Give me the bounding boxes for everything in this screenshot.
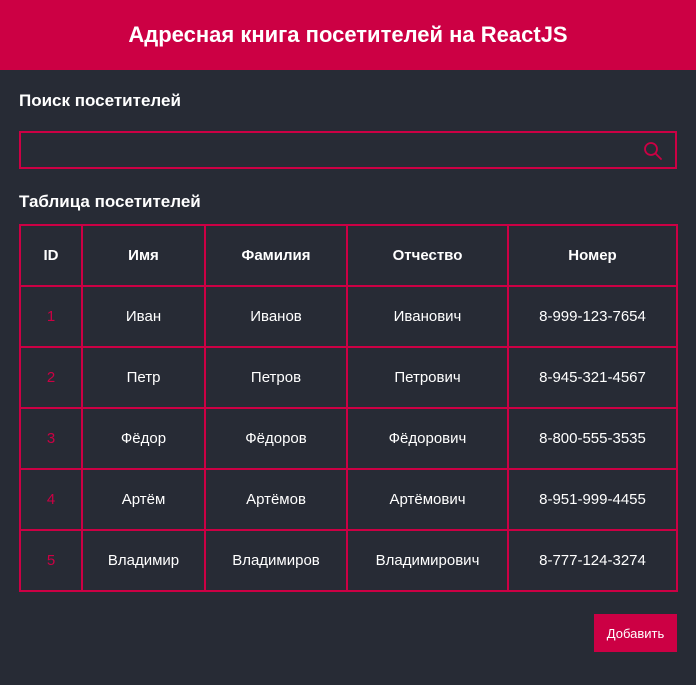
table-row[interactable]: 2 Петр Петров Петрович 8-945-321-4567	[19, 346, 678, 409]
cell-middle-name: Артёмович	[346, 468, 509, 531]
cell-phone: 8-777-124-3274	[507, 529, 678, 592]
search-section-title: Поиск посетителей	[19, 91, 181, 110]
cell-last-name: Владимиров	[204, 529, 348, 592]
cell-id: 2	[19, 346, 83, 409]
search-input[interactable]	[21, 133, 675, 167]
cell-first-name: Фёдор	[81, 407, 206, 470]
cell-last-name: Артёмов	[204, 468, 348, 531]
cell-id: 5	[19, 529, 83, 592]
table-row[interactable]: 1 Иван Иванов Иванович 8-999-123-7654	[19, 285, 678, 348]
cell-phone: 8-945-321-4567	[507, 346, 678, 409]
cell-phone: 8-951-999-4455	[507, 468, 678, 531]
search-icon[interactable]	[643, 141, 663, 161]
cell-first-name: Петр	[81, 346, 206, 409]
search-box	[19, 131, 677, 169]
cell-middle-name: Петрович	[346, 346, 509, 409]
page-title: Адресная книга посетителей на ReactJS	[128, 22, 568, 47]
column-header-last-name: Фамилия	[204, 224, 348, 287]
cell-id: 4	[19, 468, 83, 531]
add-visitor-button[interactable]: Добавить	[594, 614, 677, 652]
column-header-phone: Номер	[507, 224, 678, 287]
cell-id: 3	[19, 407, 83, 470]
table-row[interactable]: 3 Фёдор Фёдоров Фёдорович 8-800-555-3535	[19, 407, 678, 470]
cell-first-name: Иван	[81, 285, 206, 348]
cell-middle-name: Иванович	[346, 285, 509, 348]
cell-phone: 8-999-123-7654	[507, 285, 678, 348]
cell-first-name: Артём	[81, 468, 206, 531]
cell-middle-name: Владимирович	[346, 529, 509, 592]
column-header-middle-name: Отчество	[346, 224, 509, 287]
table-footer: Добавить	[19, 614, 677, 652]
cell-last-name: Фёдоров	[204, 407, 348, 470]
table-section-title: Таблица посетителей	[19, 192, 201, 211]
cell-middle-name: Фёдорович	[346, 407, 509, 470]
visitors-table: ID Имя Фамилия Отчество Номер 1 Иван Ива…	[19, 224, 678, 592]
column-header-id: ID	[19, 224, 83, 287]
cell-last-name: Иванов	[204, 285, 348, 348]
main-content: Поиск посетителей Таблица посетителей ID…	[0, 70, 696, 652]
cell-last-name: Петров	[204, 346, 348, 409]
app-header: Адресная книга посетителей на ReactJS	[0, 0, 696, 70]
cell-phone: 8-800-555-3535	[507, 407, 678, 470]
table-header-row: ID Имя Фамилия Отчество Номер	[19, 224, 678, 287]
cell-id: 1	[19, 285, 83, 348]
table-row[interactable]: 5 Владимир Владимиров Владимирович 8-777…	[19, 529, 678, 592]
table-row[interactable]: 4 Артём Артёмов Артёмович 8-951-999-4455	[19, 468, 678, 531]
cell-first-name: Владимир	[81, 529, 206, 592]
column-header-first-name: Имя	[81, 224, 206, 287]
